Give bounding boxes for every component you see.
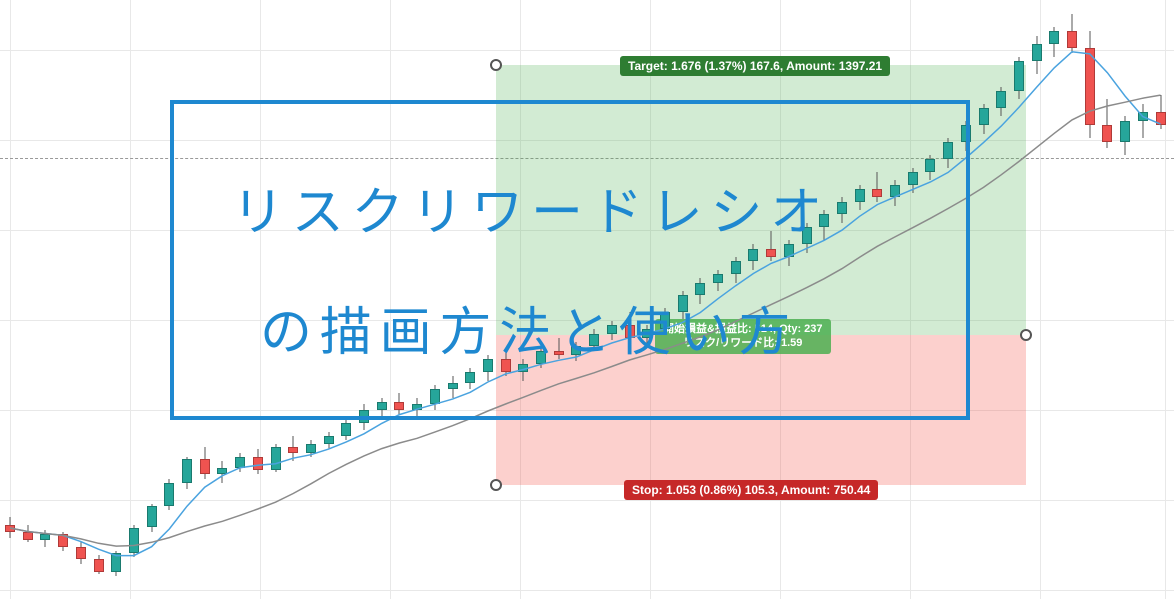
- candle: [147, 0, 157, 599]
- title-line1: リスクリワードレシオ: [232, 170, 830, 245]
- candle: [1120, 0, 1130, 599]
- title-box: [170, 100, 970, 420]
- candle: [996, 0, 1006, 599]
- candle: [40, 0, 50, 599]
- candle: [1156, 0, 1166, 599]
- candle: [23, 0, 33, 599]
- candle: [979, 0, 989, 599]
- candle: [58, 0, 68, 599]
- candle: [111, 0, 121, 599]
- candle: [94, 0, 104, 599]
- candle: [1049, 0, 1059, 599]
- chart-area[interactable]: Target: 1.676 (1.37%) 167.6, Amount: 139…: [0, 0, 1174, 599]
- candle: [1067, 0, 1077, 599]
- candle: [1085, 0, 1095, 599]
- candle: [1032, 0, 1042, 599]
- candle: [1138, 0, 1148, 599]
- candle: [129, 0, 139, 599]
- candle: [1102, 0, 1112, 599]
- candle: [5, 0, 15, 599]
- title-line2: の描画方法と使い方: [260, 290, 798, 365]
- candle: [1014, 0, 1024, 599]
- candle: [76, 0, 86, 599]
